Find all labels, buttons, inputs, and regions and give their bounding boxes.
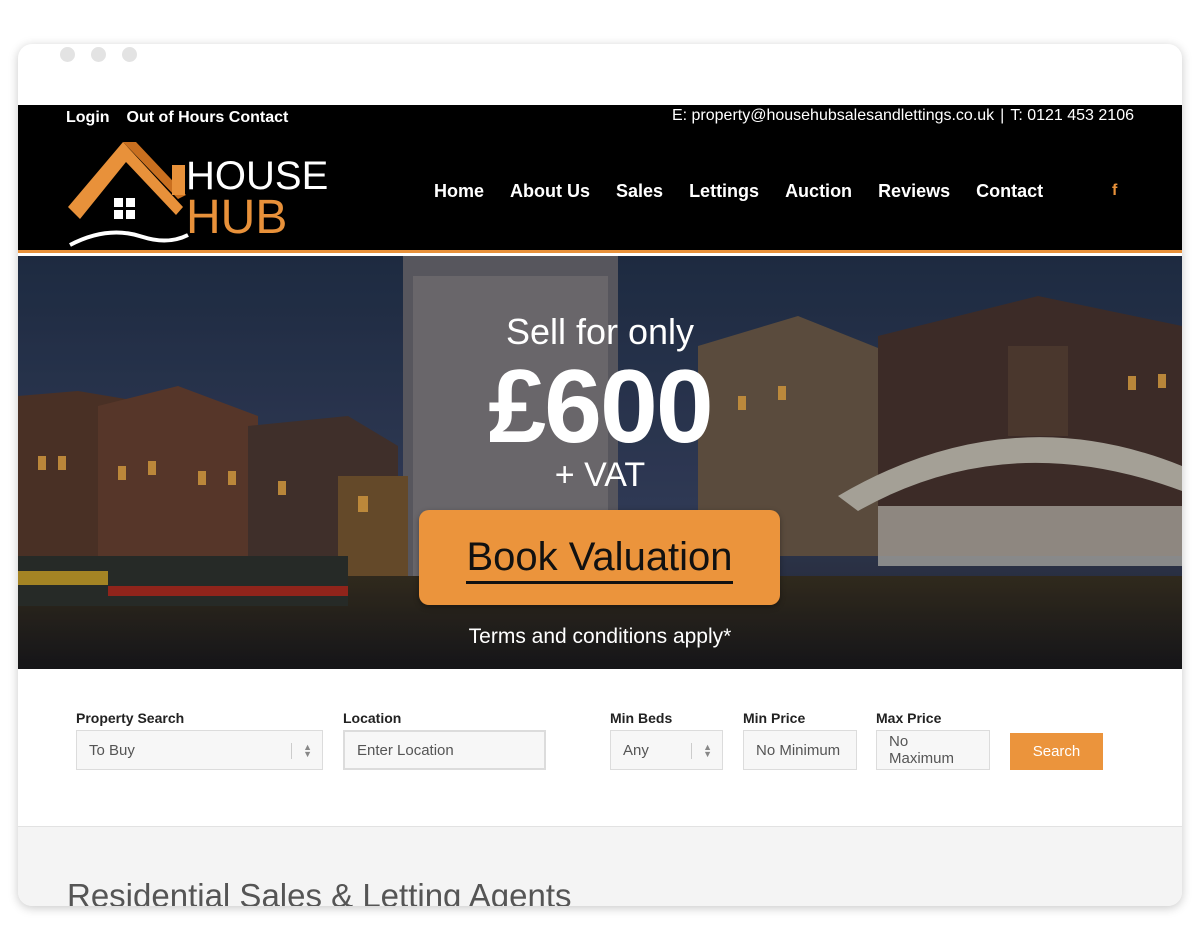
- min-price-label: Min Price: [743, 710, 806, 726]
- min-beds-field: Min Beds Any ▲ ▼: [610, 710, 723, 770]
- window-dot-minimize[interactable]: [91, 47, 106, 62]
- hero-banner: Sell for only £600 + VAT Book Valuation …: [18, 256, 1182, 669]
- min-beds-label: Min Beds: [610, 710, 673, 726]
- nav-home[interactable]: Home: [434, 181, 484, 202]
- min-price-select[interactable]: No Minimum: [743, 730, 857, 770]
- main-nav: Home About Us Sales Lettings Auction Rev…: [434, 181, 1069, 202]
- book-valuation-label: Book Valuation: [466, 535, 733, 584]
- property-search-label: Property Search: [76, 710, 185, 726]
- hero-tagline: Sell for only: [505, 311, 695, 352]
- window-dot-maximize[interactable]: [122, 47, 137, 62]
- login-link[interactable]: Login: [66, 109, 110, 127]
- max-price-label: Max Price: [876, 710, 942, 726]
- book-valuation-button[interactable]: Book Valuation: [419, 510, 780, 605]
- out-of-hours-link[interactable]: Out of Hours Contact: [127, 109, 289, 127]
- select-arrows-icon: ▲ ▼: [703, 742, 712, 759]
- logo-text-hub: HUB: [186, 191, 287, 244]
- nav-about-us[interactable]: About Us: [510, 181, 590, 202]
- select-divider: [291, 743, 292, 759]
- property-search-bar: Property Search To Buy ▲ ▼ Location Enter…: [18, 669, 1182, 827]
- hero-terms[interactable]: Terms and conditions apply*: [18, 625, 1182, 649]
- min-beds-value: Any: [623, 741, 649, 759]
- top-links: Login Out of Hours Contact: [66, 109, 288, 127]
- location-field: Location Enter Location: [343, 710, 546, 770]
- email-text[interactable]: E: property@househubsalesandlettings.co.…: [672, 107, 994, 125]
- facebook-icon[interactable]: f: [1112, 182, 1117, 200]
- nav-reviews[interactable]: Reviews: [878, 181, 950, 202]
- min-beds-select[interactable]: Any ▲ ▼: [610, 730, 723, 770]
- nav-auction[interactable]: Auction: [785, 181, 852, 202]
- window-dot-close[interactable]: [60, 47, 75, 62]
- property-search-select[interactable]: To Buy ▲ ▼: [76, 730, 323, 770]
- contact-separator: |: [1000, 107, 1005, 124]
- nav-sales[interactable]: Sales: [616, 181, 663, 202]
- min-price-value: No Minimum: [756, 741, 841, 759]
- house-hub-logo[interactable]: HOUSE HUB: [68, 137, 358, 249]
- select-divider: [691, 743, 692, 759]
- window-controls: [60, 47, 137, 62]
- max-price-field: Max Price No Maximum: [876, 710, 990, 770]
- phone-text[interactable]: T: 0121 453 2106: [1010, 107, 1134, 125]
- property-search-field: Property Search To Buy ▲ ▼: [76, 710, 323, 770]
- max-price-value: No Maximum: [889, 733, 955, 767]
- min-price-field: Min Price No Minimum: [743, 710, 857, 770]
- hero-price: £600: [488, 349, 713, 465]
- search-button[interactable]: Search: [1010, 733, 1103, 770]
- select-arrows-icon: ▲ ▼: [303, 742, 312, 759]
- hero-content: Sell for only £600 + VAT Book Valuation …: [18, 256, 1182, 669]
- nav-lettings[interactable]: Lettings: [689, 181, 759, 202]
- site-header: Login Out of Hours Contact E: property@h…: [18, 105, 1182, 253]
- max-price-select[interactable]: No Maximum: [876, 730, 990, 770]
- property-search-value: To Buy: [89, 741, 135, 759]
- contact-info: E: property@househubsalesandlettings.co.…: [672, 107, 1134, 125]
- website: Login Out of Hours Contact E: property@h…: [18, 105, 1182, 906]
- browser-window: Login Out of Hours Contact E: property@h…: [18, 44, 1182, 906]
- intro-section: Residential Sales & Letting Agents: [18, 827, 1182, 906]
- intro-heading: Residential Sales & Letting Agents: [67, 877, 572, 906]
- location-label: Location: [343, 710, 402, 726]
- location-placeholder: Enter Location: [357, 741, 454, 759]
- location-input[interactable]: Enter Location: [343, 730, 546, 770]
- nav-contact[interactable]: Contact: [976, 181, 1043, 202]
- hero-vat: + VAT: [554, 456, 646, 494]
